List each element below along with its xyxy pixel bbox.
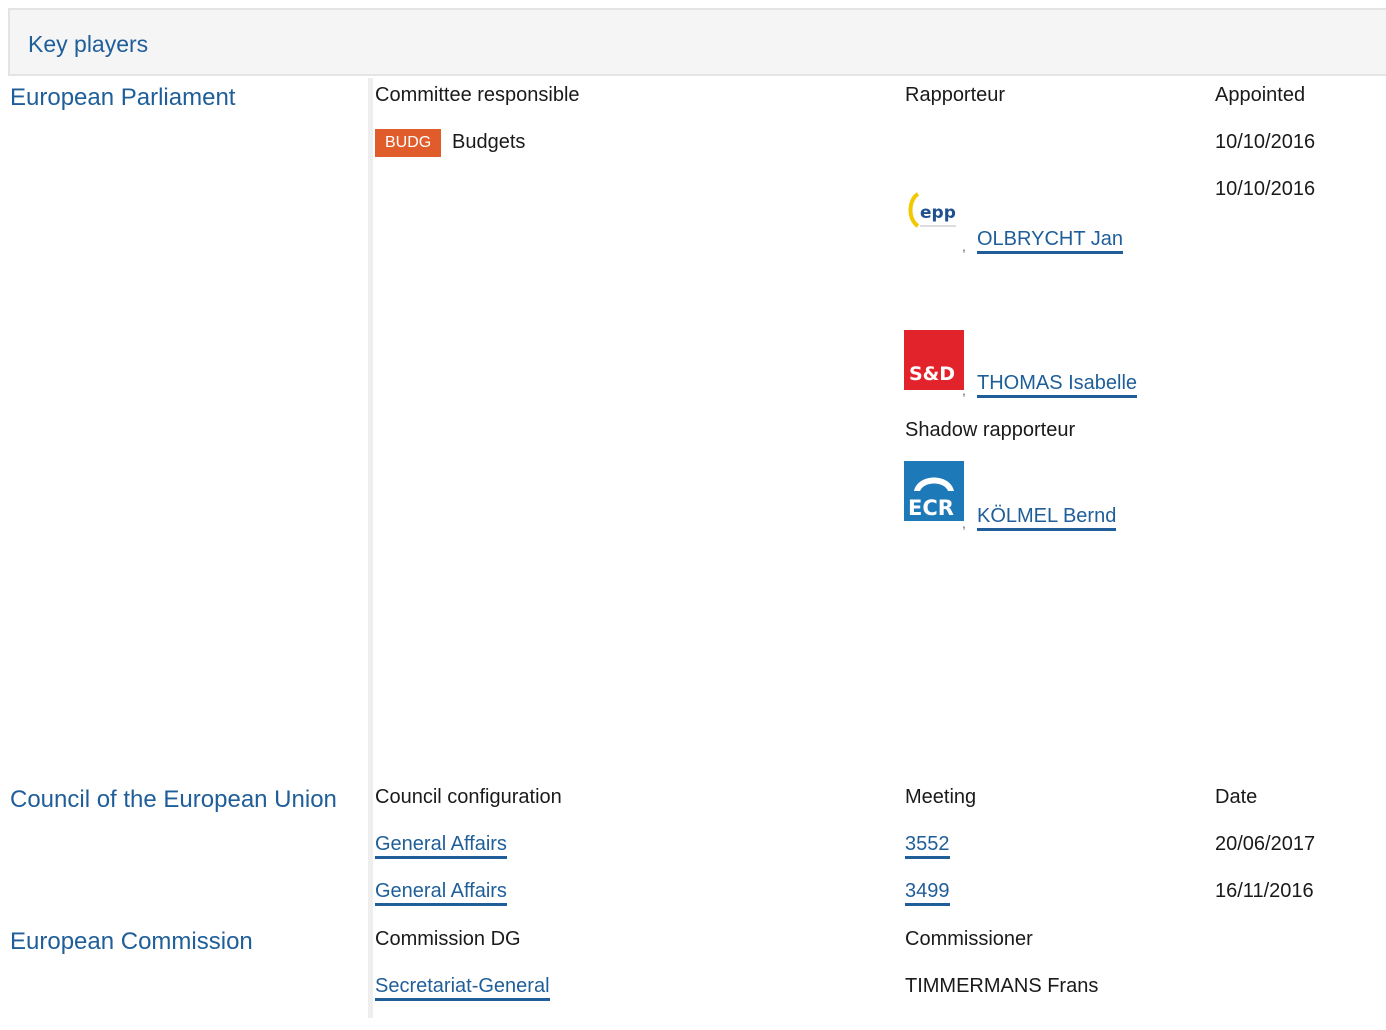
commissioner-header: Commissioner [905, 928, 1033, 950]
appointed-header: Appointed [1215, 84, 1306, 106]
meeting-link-3499[interactable]: 3499 [905, 880, 950, 906]
rapporteur-header: Rapporteur [905, 84, 1006, 106]
council-configuration-header: Council configuration [375, 786, 562, 808]
commission-dg-header: Commission DG [375, 928, 521, 950]
sd-logo-icon: S&D [904, 330, 964, 390]
ecr-logo-icon: ECR [904, 461, 964, 521]
svg-text:S&D: S&D [909, 363, 955, 385]
council-date-2: 16/11/2016 [1215, 880, 1314, 902]
appointed-date-1: 10/10/2016 [1215, 131, 1316, 153]
key-players-header: Key players [8, 8, 1386, 76]
council-config-link-2[interactable]: General Affairs [375, 880, 507, 906]
key-players-title: Key players [28, 31, 149, 57]
column-divider [368, 78, 373, 1018]
section-european-parliament[interactable]: European Parliament [10, 84, 235, 112]
svg-text:ECR: ECR [908, 496, 954, 520]
section-council[interactable]: Council of the European Union [10, 786, 337, 814]
rapporteur-olbrycht-link[interactable]: OLBRYCHT Jan [977, 228, 1123, 254]
meeting-header: Meeting [905, 786, 977, 808]
epp-logo-icon: epp [904, 186, 964, 246]
shadow-kolmel-link[interactable]: KÖLMEL Bernd [977, 505, 1117, 531]
committee-name: Budgets [452, 131, 526, 153]
committee-responsible-header: Committee responsible [375, 84, 580, 106]
svg-text:epp: epp [920, 203, 956, 223]
committee-badge-budg[interactable]: BUDG [375, 129, 442, 157]
council-date-1: 20/06/2017 [1215, 833, 1316, 855]
secretariat-general-link[interactable]: Secretariat-General [375, 975, 550, 1001]
appointed-date-2: 10/10/2016 [1215, 178, 1316, 200]
rapporteur-thomas-link[interactable]: THOMAS Isabelle [977, 372, 1138, 398]
commissioner-name: TIMMERMANS Frans [905, 975, 1099, 997]
date-header: Date [1215, 786, 1258, 808]
council-config-link-1[interactable]: General Affairs [375, 833, 507, 859]
shadow-rapporteur-label: Shadow rapporteur [905, 419, 1076, 441]
meeting-link-3552[interactable]: 3552 [905, 833, 950, 859]
section-commission[interactable]: European Commission [10, 928, 253, 956]
